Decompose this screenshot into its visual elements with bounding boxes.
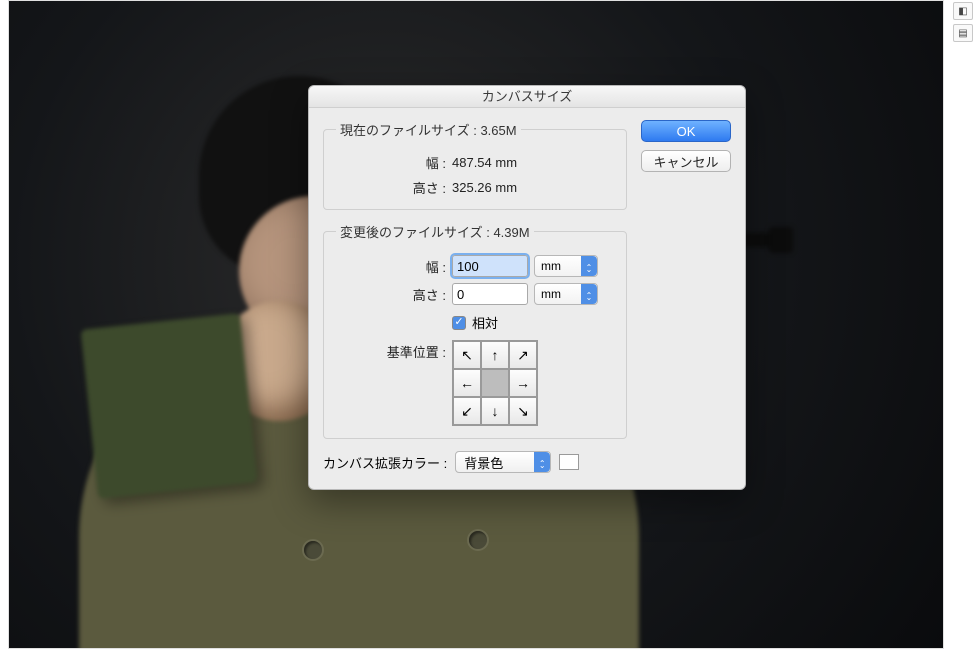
canvas-size-dialog: カンバスサイズ 現在のファイルサイズ : 3.65M 幅 : 487.54 mm…: [308, 85, 746, 490]
photo-background-shape: [469, 531, 487, 549]
new-size-group: 変更後のファイルサイズ : 4.39M 幅 : mm 高さ : mm: [323, 222, 627, 439]
extension-color-label: カンバス拡張カラー :: [323, 453, 447, 472]
new-width-label: 幅 :: [336, 257, 446, 276]
width-unit-select[interactable]: mm: [534, 255, 598, 277]
current-width-label: 幅 :: [336, 153, 446, 172]
anchor-s[interactable]: ↓: [481, 397, 509, 425]
new-height-label: 高さ :: [336, 285, 446, 304]
current-size-group: 現在のファイルサイズ : 3.65M 幅 : 487.54 mm 高さ : 32…: [323, 120, 627, 210]
anchor-center[interactable]: [481, 369, 509, 397]
extension-color-swatch[interactable]: [559, 454, 579, 470]
current-height-label: 高さ :: [336, 178, 446, 197]
dropdown-caret-icon: [581, 256, 597, 276]
height-unit-select[interactable]: mm: [534, 283, 598, 305]
anchor-e[interactable]: →: [509, 369, 537, 397]
extension-color-value: 背景色: [464, 453, 503, 472]
current-width-value: 487.54 mm: [452, 155, 517, 170]
photo-background-shape: [304, 541, 322, 559]
anchor-se[interactable]: ↘: [509, 397, 537, 425]
height-input[interactable]: [452, 283, 528, 305]
right-tool-strip: ◧ ▤: [953, 0, 975, 42]
dropdown-caret-icon: [534, 452, 550, 472]
cancel-button[interactable]: キャンセル: [641, 150, 731, 172]
width-unit-value: mm: [541, 259, 561, 273]
relative-checkbox[interactable]: ✓: [452, 316, 466, 330]
new-size-legend: 変更後のファイルサイズ : 4.39M: [336, 222, 534, 241]
panel-icon[interactable]: ◧: [953, 2, 973, 20]
anchor-label: 基準位置 :: [336, 340, 446, 361]
anchor-nw[interactable]: ↖: [453, 341, 481, 369]
anchor-grid: ↖ ↑ ↗ ← → ↙ ↓ ↘: [452, 340, 538, 426]
current-size-legend: 現在のファイルサイズ : 3.65M: [336, 120, 521, 139]
anchor-w[interactable]: ←: [453, 369, 481, 397]
panel-icon[interactable]: ▤: [953, 24, 973, 42]
ok-button[interactable]: OK: [641, 120, 731, 142]
anchor-sw[interactable]: ↙: [453, 397, 481, 425]
height-unit-value: mm: [541, 287, 561, 301]
dialog-title: カンバスサイズ: [309, 86, 745, 108]
relative-label: 相対: [472, 313, 498, 332]
anchor-n[interactable]: ↑: [481, 341, 509, 369]
photo-background-shape: [769, 227, 793, 253]
photo-background-shape: [81, 313, 258, 499]
anchor-ne[interactable]: ↗: [509, 341, 537, 369]
extension-color-select[interactable]: 背景色: [455, 451, 551, 473]
current-height-value: 325.26 mm: [452, 180, 517, 195]
width-input[interactable]: [452, 255, 528, 277]
dropdown-caret-icon: [581, 284, 597, 304]
